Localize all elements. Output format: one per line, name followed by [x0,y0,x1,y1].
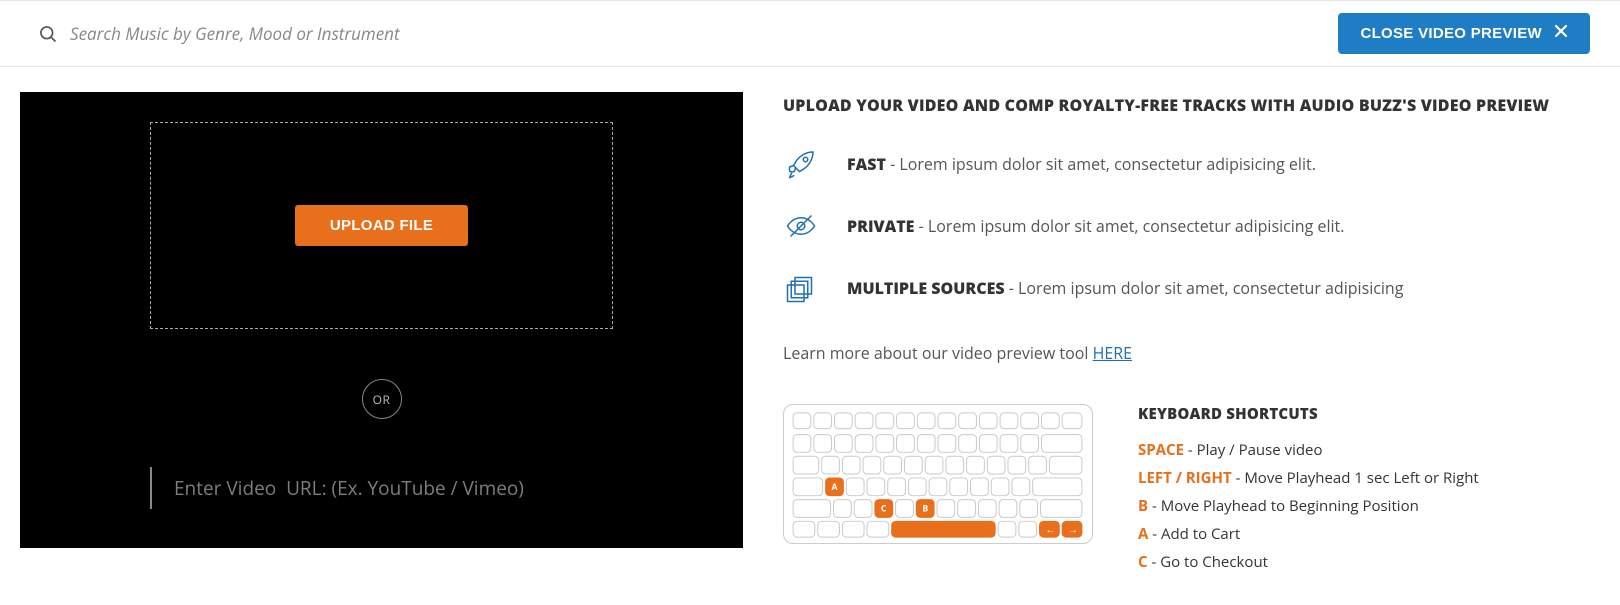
upload-file-button[interactable]: UPLOAD FILE [295,205,468,246]
keyboard-illustration: A C B ← → [783,404,1093,544]
info-title: UPLOAD YOUR VIDEO AND COMP ROYALTY-FREE … [783,94,1590,116]
search-wrap [38,22,1338,45]
svg-text:A: A [832,481,839,493]
top-bar: CLOSE VIDEO PREVIEW [0,0,1620,67]
feature-name: PRIVATE [847,215,914,237]
svg-text:C: C [881,502,887,514]
rocket-icon [783,146,819,182]
shortcut-line: SPACE - Play / Pause video [1138,440,1479,460]
shortcut-line: LEFT / RIGHT - Move Playhead 1 sec Left … [1138,468,1479,488]
feature-name: MULTIPLE SOURCES [847,277,1005,299]
learn-more-link[interactable]: HERE [1093,342,1132,364]
video-url-input[interactable] [174,475,613,501]
learn-more-line: Learn more about our video preview tool … [783,342,1590,364]
shortcut-line: B - Move Playhead to Beginning Position [1138,496,1479,516]
feature-name: FAST [847,153,886,175]
learn-prefix: Learn more about our video preview tool [783,342,1093,364]
url-input-wrap [150,467,613,509]
shortcut-line: A - Add to Cart [1138,524,1479,544]
shortcut-line: C - Go to Checkout [1138,552,1479,572]
or-separator: OR [362,379,402,419]
close-icon [1554,24,1568,43]
search-input[interactable] [70,22,570,45]
feature-fast: FAST - Lorem ipsum dolor sit amet, conse… [783,146,1590,182]
main-content: UPLOAD FILE OR UPLOAD YOUR VIDEO AND COM… [0,67,1620,605]
search-icon [38,24,58,44]
feature-private: PRIVATE - Lorem ipsum dolor sit amet, co… [783,208,1590,244]
feature-desc: - Lorem ipsum dolor sit amet, consectetu… [886,153,1316,175]
info-column: UPLOAD YOUR VIDEO AND COMP ROYALTY-FREE … [783,92,1590,580]
close-label: CLOSE VIDEO PREVIEW [1360,25,1542,42]
shortcut-section: A C B ← → KEYBOARD SHORTCUTS SPACE - Pla… [783,404,1590,580]
svg-text:→: → [1068,522,1078,536]
feature-multiple-sources: MULTIPLE SOURCES - Lorem ipsum dolor sit… [783,270,1590,306]
video-panel: UPLOAD FILE OR [20,92,743,548]
svg-text:B: B [922,502,928,514]
close-video-preview-button[interactable]: CLOSE VIDEO PREVIEW [1338,13,1590,54]
feature-desc: - Lorem ipsum dolor sit amet, consectetu… [1005,277,1404,299]
upload-drop-zone[interactable]: UPLOAD FILE [150,122,613,329]
shortcut-title: KEYBOARD SHORTCUTS [1138,404,1479,424]
shortcut-list: KEYBOARD SHORTCUTS SPACE - Play / Pause … [1138,404,1479,580]
svg-text:←: ← [1045,522,1055,536]
stack-icon [783,270,819,306]
eye-off-icon [783,208,819,244]
feature-desc: - Lorem ipsum dolor sit amet, consectetu… [914,215,1344,237]
